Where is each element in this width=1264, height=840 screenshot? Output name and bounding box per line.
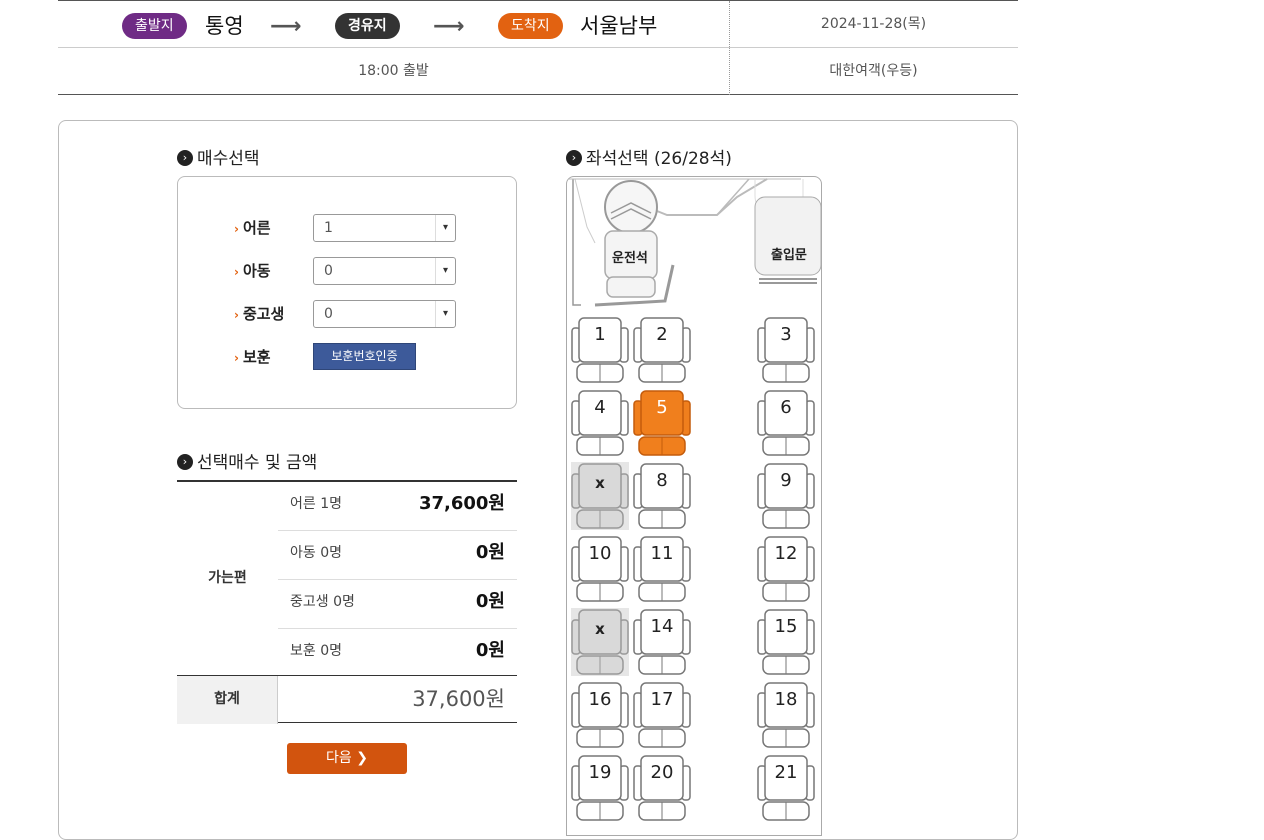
bus-company: 대한여객(우등) bbox=[829, 63, 918, 79]
seat-shape bbox=[571, 462, 629, 530]
seat-number: 14 bbox=[650, 616, 674, 637]
seat-number: 9 bbox=[780, 470, 792, 491]
seat-shape bbox=[571, 608, 629, 676]
seat-number: 8 bbox=[656, 470, 668, 491]
arrival-city: 서울남부 bbox=[580, 14, 658, 38]
seat[interactable]: 10 bbox=[571, 535, 629, 603]
price-row: 중고생 0명 0원 bbox=[278, 580, 517, 629]
seat-number: 18 bbox=[774, 689, 798, 710]
seat-selected[interactable]: 5 bbox=[633, 389, 691, 457]
seat[interactable]: 1 bbox=[571, 316, 629, 384]
seat-number: 2 bbox=[656, 324, 668, 345]
price-row: 아동 0명 0원 bbox=[278, 531, 517, 580]
bus-front-drawing bbox=[569, 178, 821, 307]
seat[interactable]: 3 bbox=[757, 316, 815, 384]
next-button[interactable]: 다음 ❯ bbox=[287, 743, 407, 774]
route-row: 출발지 통영 ⟶ 경유지 ⟶ 도착지 서울남부 2024-11-28(목) bbox=[58, 1, 1018, 48]
seat-number: 16 bbox=[588, 689, 612, 710]
seat[interactable]: 17 bbox=[633, 681, 691, 749]
arrival-tag: 도착지 bbox=[498, 13, 563, 39]
seat-number: 12 bbox=[774, 543, 798, 564]
total-row: 합계 37,600원 bbox=[177, 675, 517, 724]
route-info-table: 출발지 통영 ⟶ 경유지 ⟶ 도착지 서울남부 2024-11-28(목) 18… bbox=[58, 0, 1018, 95]
price-table: 가는편 어른 1명 37,600원 아동 0명 0원 중고생 0명 0원 보훈 0명 0… bbox=[177, 480, 517, 724]
seat-number: 5 bbox=[656, 397, 668, 418]
seat-number: 6 bbox=[780, 397, 792, 418]
veteran-verify-button[interactable]: 보훈번호인증 bbox=[313, 343, 416, 370]
seat-number: x bbox=[595, 474, 605, 492]
seat[interactable]: 12 bbox=[757, 535, 815, 603]
adult-label: › 어른 bbox=[234, 219, 271, 237]
seat-number: 20 bbox=[650, 762, 674, 783]
veteran-label: › 보훈 bbox=[234, 348, 271, 366]
seat-number: 17 bbox=[650, 689, 674, 710]
seat[interactable]: 14 bbox=[633, 608, 691, 676]
departure-tag: 출발지 bbox=[122, 13, 187, 39]
chevron-down-icon: ▾ bbox=[435, 301, 455, 327]
child-quantity-select[interactable]: 0 ▾ bbox=[313, 257, 456, 285]
seat-sold: x bbox=[571, 462, 629, 530]
chevron-right-icon: ❯ bbox=[356, 750, 368, 766]
seat-number: 3 bbox=[780, 324, 792, 345]
seat-number: 19 bbox=[588, 762, 612, 783]
seat-number: 4 bbox=[594, 397, 606, 418]
quantity-section-title: › 매수선택 bbox=[177, 144, 260, 169]
schedule-row: 18:00 출발 대한여객(우등) bbox=[58, 48, 1018, 95]
child-label: › 아동 bbox=[234, 262, 271, 280]
seat[interactable]: 11 bbox=[633, 535, 691, 603]
route-arrow-icon: ⟶ bbox=[270, 14, 302, 39]
seat[interactable]: 2 bbox=[633, 316, 691, 384]
seat[interactable]: 18 bbox=[757, 681, 815, 749]
seat[interactable]: 6 bbox=[757, 389, 815, 457]
price-section-title: › 선택매수 및 금액 bbox=[177, 448, 317, 473]
departure-city: 통영 bbox=[205, 14, 244, 38]
student-label: › 중고생 bbox=[234, 305, 285, 323]
chevron-right-icon: › bbox=[177, 149, 193, 166]
driver-seat-label: 운전석 bbox=[612, 251, 648, 266]
total-amount: 37,600원 bbox=[412, 687, 505, 711]
seat-number: 15 bbox=[774, 616, 798, 637]
door-label: 출입문 bbox=[771, 248, 807, 263]
chevron-right-icon: › bbox=[177, 453, 193, 470]
seat-number: x bbox=[595, 620, 605, 638]
chevron-down-icon: ▾ bbox=[435, 258, 455, 284]
chevron-down-icon: ▾ bbox=[435, 215, 455, 241]
seat[interactable]: 15 bbox=[757, 608, 815, 676]
seat[interactable]: 9 bbox=[757, 462, 815, 530]
price-row: 어른 1명 37,600원 bbox=[278, 482, 517, 531]
price-row: 보훈 0명 0원 bbox=[290, 640, 505, 661]
total-label: 합계 bbox=[177, 676, 278, 724]
departure-time: 18:00 출발 bbox=[358, 63, 429, 79]
seat[interactable]: 16 bbox=[571, 681, 629, 749]
seat-number: 1 bbox=[594, 324, 606, 345]
seat[interactable]: 4 bbox=[571, 389, 629, 457]
seat-section-title: › 좌석선택 (26/28석) bbox=[566, 144, 732, 169]
column-divider bbox=[729, 1, 730, 95]
route-arrow-icon: ⟶ bbox=[433, 14, 465, 39]
chevron-right-icon: › bbox=[566, 149, 582, 166]
seat-number: 10 bbox=[588, 543, 612, 564]
travel-date: 2024-11-28(목) bbox=[820, 16, 927, 32]
bus-seat-map: 운전석 출입문 1 2 3 4 5 6 x 8 9 10 11 12 x 14 15 16 17 18 19 20 21 bbox=[566, 176, 822, 836]
student-quantity-select[interactable]: 0 ▾ bbox=[313, 300, 456, 328]
quantity-box: › 어른 1 ▾ › 아동 0 ▾ › 중고생 0 ▾ › 보훈 보훈번호인증 bbox=[177, 176, 517, 409]
seat-sold: x bbox=[571, 608, 629, 676]
seat[interactable]: 8 bbox=[633, 462, 691, 530]
adult-quantity-select[interactable]: 1 ▾ bbox=[313, 214, 456, 242]
via-tag: 경유지 bbox=[335, 13, 400, 39]
seat-number: 21 bbox=[774, 762, 798, 783]
seat-number: 11 bbox=[650, 543, 674, 564]
direction-label: 가는편 bbox=[208, 570, 247, 586]
